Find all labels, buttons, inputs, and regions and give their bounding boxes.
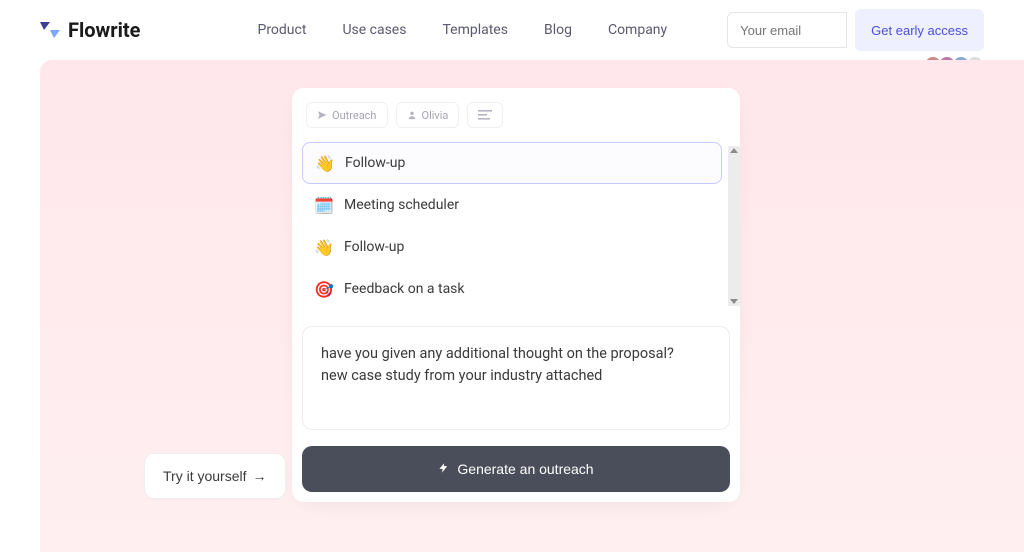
dropdown-item-followup-2[interactable]: 👋 Follow-up: [302, 226, 722, 268]
calendar-icon: 🗓️: [314, 196, 334, 215]
dropdown-item-label: Follow-up: [344, 239, 404, 255]
bolt-icon: [438, 461, 449, 478]
nav-company[interactable]: Company: [608, 22, 667, 38]
person-icon: [407, 110, 417, 120]
main-nav: Product Use cases Templates Blog Company: [257, 22, 667, 38]
nav-product[interactable]: Product: [257, 22, 306, 38]
align-left-icon: [478, 110, 492, 120]
dropdown-item-followup[interactable]: 👋 Follow-up: [302, 142, 722, 184]
nav-blog[interactable]: Blog: [544, 22, 572, 38]
chip-label: Olivia: [422, 109, 449, 122]
email-field[interactable]: [727, 12, 847, 48]
compose-textarea[interactable]: have you given any additional thought on…: [302, 326, 730, 430]
try-label: Try it yourself: [163, 468, 247, 484]
scrollbar[interactable]: [728, 146, 740, 306]
dropdown-item-feedback[interactable]: 🎯 Feedback on a task: [302, 268, 722, 310]
chip-label: Outreach: [332, 109, 377, 122]
try-it-yourself-button[interactable]: Try it yourself →: [144, 453, 286, 499]
dropdown-item-label: Follow-up: [345, 155, 405, 171]
template-dropdown: 👋 Follow-up 🗓️ Meeting scheduler 👋 Follo…: [302, 142, 730, 310]
early-access-button[interactable]: Get early access: [855, 9, 984, 51]
target-icon: 🎯: [314, 280, 334, 299]
chip-outreach[interactable]: Outreach: [306, 102, 388, 128]
arrow-right-icon: →: [253, 468, 267, 484]
scroll-down-icon: [730, 299, 738, 304]
brand-logo[interactable]: Flowrite: [40, 18, 140, 42]
chip-format[interactable]: [467, 102, 503, 128]
generate-label: Generate an outreach: [457, 461, 593, 477]
dropdown-item-label: Meeting scheduler: [344, 197, 459, 213]
brand-name: Flowrite: [68, 18, 140, 42]
wave-icon: 👋: [315, 154, 335, 173]
wave-icon: 👋: [314, 238, 334, 257]
dropdown-item-label: Feedback on a task: [344, 281, 465, 297]
dropdown-item-meeting[interactable]: 🗓️ Meeting scheduler: [302, 184, 722, 226]
send-icon: [317, 110, 327, 120]
logo-icon: [40, 22, 60, 38]
compose-panel: Outreach Olivia 👋 Follow-up 🗓️ Me: [292, 88, 740, 502]
scroll-up-icon: [730, 148, 738, 153]
generate-button[interactable]: Generate an outreach: [302, 446, 730, 492]
nav-templates[interactable]: Templates: [442, 22, 508, 38]
nav-use-cases[interactable]: Use cases: [342, 22, 406, 38]
chip-olivia[interactable]: Olivia: [396, 102, 460, 128]
